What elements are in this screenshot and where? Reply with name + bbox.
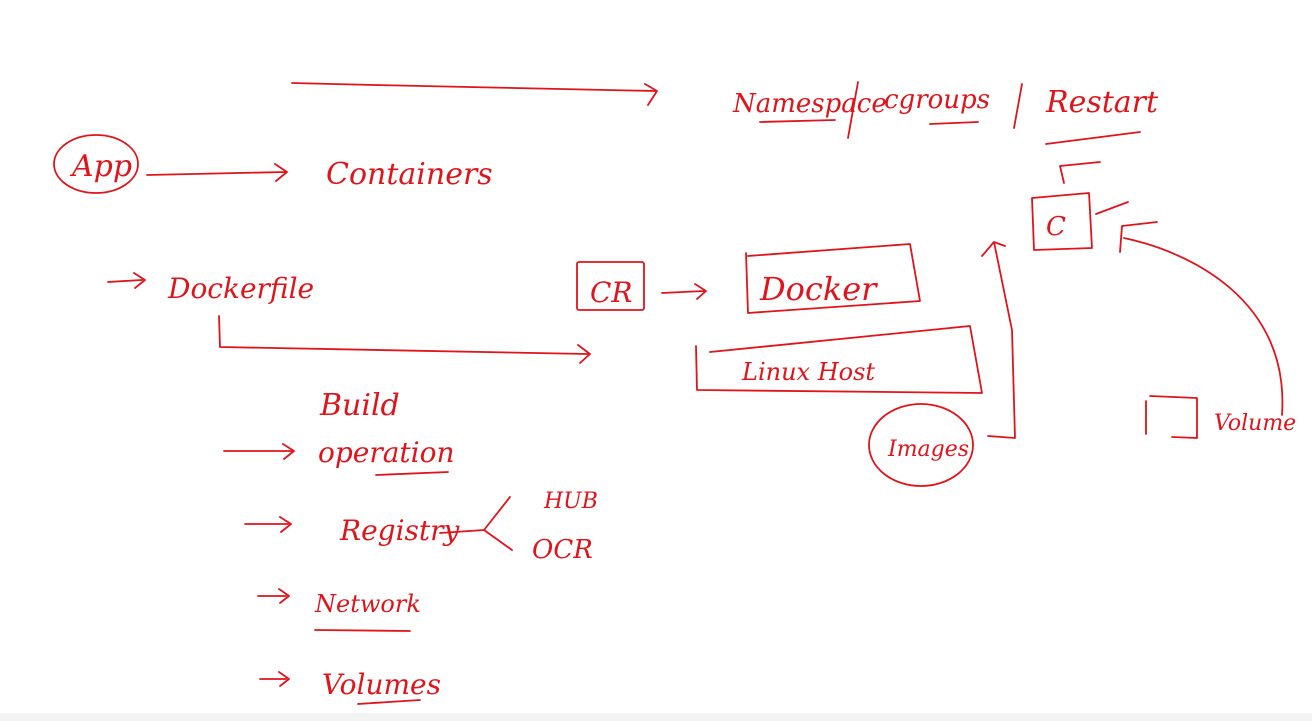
volumes-arrow — [259, 671, 290, 687]
label-operation: operation — [318, 436, 455, 469]
label-containers: Containers — [326, 157, 493, 192]
label-linux-host: Linux Host — [741, 358, 875, 386]
images-to-container-arrow — [981, 241, 1016, 439]
bottom-strip — [0, 713, 1312, 721]
operation-arrow — [223, 443, 295, 460]
label-c: C — [1046, 212, 1066, 242]
label-namespace: Namespace — [732, 89, 887, 119]
label-cgroups: cgroups — [884, 85, 990, 115]
cr-to-docker-arrow — [661, 283, 707, 300]
volume-link-line — [1119, 221, 1284, 416]
network-underline — [314, 629, 411, 632]
label-registry: Registry — [339, 514, 461, 547]
dockerfile-to-linux-arrow — [218, 315, 591, 364]
label-volume: Volume — [1214, 411, 1296, 436]
network-arrow — [257, 588, 290, 604]
label-cr: CR — [590, 276, 633, 309]
label-images: Images — [887, 437, 969, 462]
namespace-underline — [759, 119, 836, 123]
label-dockerfile: Dockerfile — [167, 272, 314, 305]
container-mark-top — [1059, 161, 1101, 184]
whiteboard-canvas: Namespace cgroups Restart App Containers… — [0, 0, 1312, 721]
label-ocr: OCR — [532, 535, 593, 565]
label-restart: Restart — [1045, 85, 1159, 120]
label-volumes: Volumes — [322, 668, 441, 701]
label-build: Build — [319, 388, 400, 423]
top-arrow — [291, 82, 658, 106]
container-mark-right — [1095, 201, 1129, 215]
divider-2 — [1013, 83, 1023, 129]
registry-arrow — [244, 516, 292, 533]
handwritten-diagram: Namespace cgroups Restart App Containers… — [53, 81, 1296, 705]
cgroups-underline — [929, 121, 979, 125]
app-to-containers-arrow — [146, 163, 288, 182]
label-network: Network — [314, 590, 421, 618]
operation-underline — [375, 471, 449, 476]
dockerfile-arrow — [107, 272, 146, 289]
volume-box — [1145, 395, 1198, 439]
restart-underline — [1045, 131, 1141, 145]
label-app: App — [69, 149, 132, 184]
label-hub: HUB — [543, 489, 598, 514]
label-docker: Docker — [759, 270, 878, 308]
